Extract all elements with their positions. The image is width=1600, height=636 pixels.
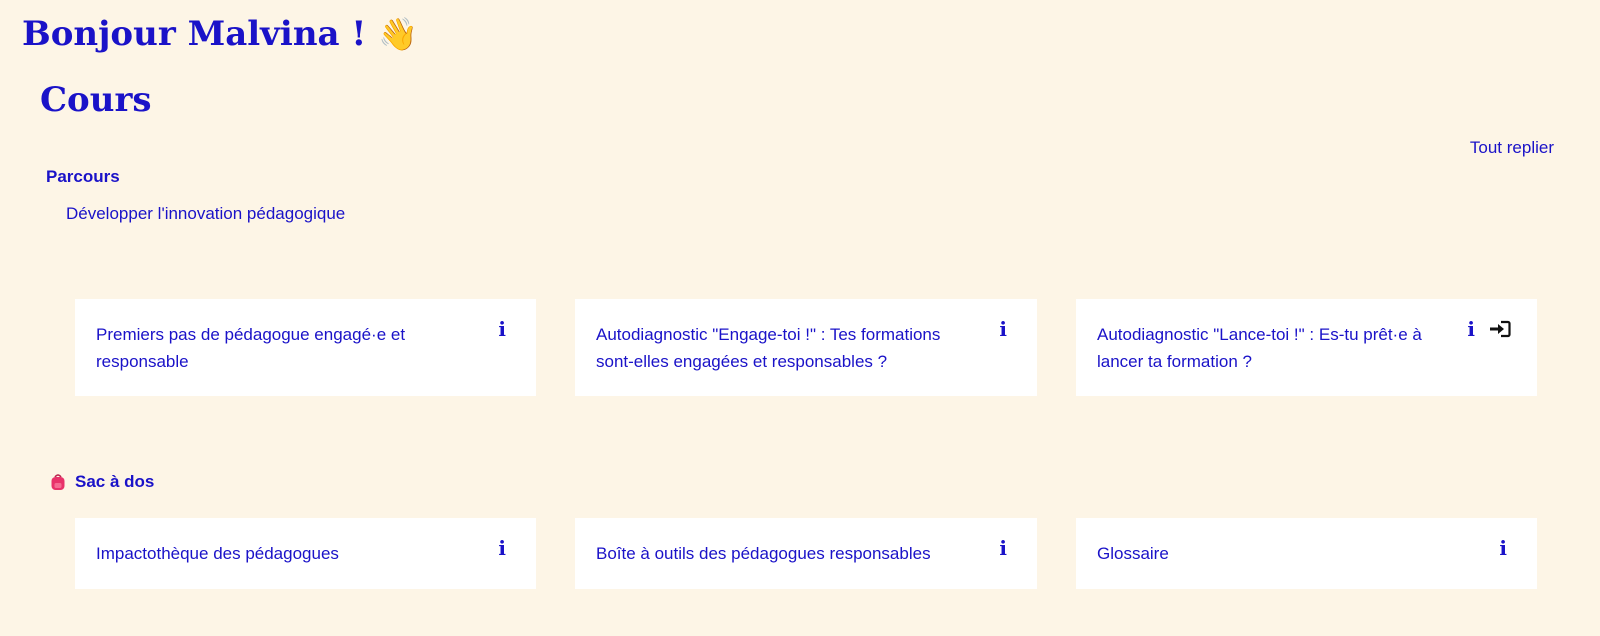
card-actions: i	[1467, 319, 1511, 339]
card-actions: i	[999, 538, 1007, 558]
sign-in-icon[interactable]	[1489, 320, 1511, 338]
greeting-text: Bonjour Malvina !	[22, 14, 367, 54]
course-card-title[interactable]: Autodiagnostic "Lance-toi !" : Es-tu prê…	[1097, 321, 1442, 375]
info-icon[interactable]: i	[1467, 319, 1475, 339]
course-card-title[interactable]: Autodiagnostic "Engage-toi !" : Tes form…	[596, 321, 941, 375]
card-actions: i	[498, 319, 506, 339]
backpack-icon	[51, 474, 65, 490]
info-icon[interactable]: i	[498, 538, 506, 558]
greeting-heading: Bonjour Malvina ! 👋	[22, 14, 418, 54]
card-actions: i	[1499, 538, 1507, 558]
resource-card-title[interactable]: Impactothèque des pédagogues	[96, 540, 339, 567]
course-card[interactable]: Autodiagnostic "Engage-toi !" : Tes form…	[575, 299, 1037, 396]
waving-hand-icon: 👋	[378, 15, 419, 53]
course-card-title[interactable]: Premiers pas de pédagogue engagé·e et re…	[96, 321, 441, 375]
collapse-all-link[interactable]: Tout replier	[1470, 138, 1554, 158]
resource-card-title[interactable]: Glossaire	[1097, 540, 1169, 567]
info-icon[interactable]: i	[999, 319, 1007, 339]
card-actions: i	[999, 319, 1007, 339]
section-heading-parcours[interactable]: Parcours	[46, 167, 120, 187]
subcategory-link[interactable]: Développer l'innovation pédagogique	[66, 204, 345, 224]
section-heading-backpack[interactable]: Sac à dos	[50, 472, 154, 492]
resource-card[interactable]: Impactothèque des pédagogues i	[75, 518, 536, 589]
resource-card[interactable]: Glossaire i	[1076, 518, 1537, 589]
info-icon[interactable]: i	[498, 319, 506, 339]
info-icon[interactable]: i	[1499, 538, 1507, 558]
card-actions: i	[498, 538, 506, 558]
section-label: Parcours	[46, 167, 120, 186]
course-card[interactable]: Autodiagnostic "Lance-toi !" : Es-tu prê…	[1076, 299, 1537, 396]
page-title: Cours	[40, 80, 152, 120]
section-label: Sac à dos	[75, 472, 155, 491]
resource-card-title[interactable]: Boîte à outils des pédagogues responsabl…	[596, 540, 931, 567]
resource-card[interactable]: Boîte à outils des pédagogues responsabl…	[575, 518, 1037, 589]
info-icon[interactable]: i	[999, 538, 1007, 558]
course-card[interactable]: Premiers pas de pédagogue engagé·e et re…	[75, 299, 536, 396]
